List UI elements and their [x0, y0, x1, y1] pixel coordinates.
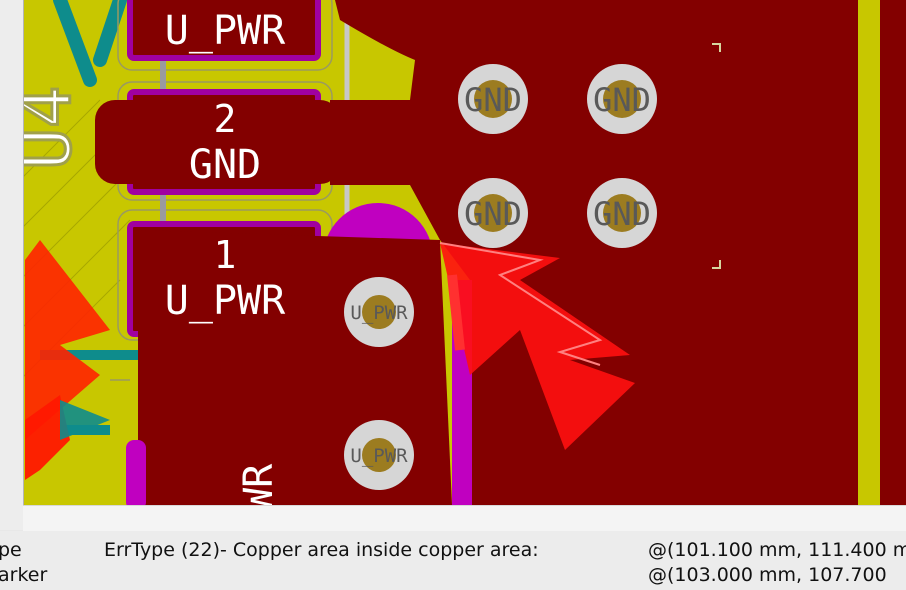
status-col1-line1: pe: [0, 539, 22, 561]
pad-1-number: 1: [214, 233, 237, 277]
board-edge-strip: [858, 0, 880, 505]
left-toolbar-edge: [0, 0, 24, 530]
pad-2-gnd[interactable]: 2 GND: [95, 89, 420, 195]
via-gnd-4-net: GND: [593, 195, 651, 233]
via-gnd-1-net: GND: [464, 81, 522, 119]
via-gnd-3[interactable]: GND: [458, 178, 528, 248]
via-gnd-1[interactable]: GND: [458, 64, 528, 134]
via-upwr-2[interactable]: U_PWR: [344, 420, 414, 490]
status-bar: pe arker ErrType (22)- Copper area insid…: [0, 531, 906, 590]
via-gnd-2-net: GND: [593, 81, 651, 119]
status-col1-line2: arker: [0, 564, 48, 586]
pad-1-net: U_PWR: [165, 278, 286, 324]
horizontal-scrollbar[interactable]: [23, 505, 906, 532]
status-position-1: @(101.100 mm, 111.400 m: [648, 539, 906, 561]
via-upwr-2-net: U_PWR: [350, 445, 408, 467]
pcb-canvas[interactable]: U4 U_PWR 2 GND 1 U_PWR WR GND GND GND GN…: [0, 0, 906, 505]
pad-2-number: 2: [214, 97, 237, 141]
via-gnd-3-net: GND: [464, 195, 522, 233]
pad-upwr-top[interactable]: U_PWR: [127, 0, 321, 61]
status-error-type: ErrType (22)- Copper area inside copper …: [104, 539, 539, 561]
via-upwr-1-net: U_PWR: [350, 302, 408, 324]
pad-upwr-top-net: U_PWR: [165, 8, 286, 54]
via-upwr-1[interactable]: U_PWR: [344, 277, 414, 347]
copper-zone-far-right: [880, 0, 906, 505]
via-gnd-2[interactable]: GND: [587, 64, 657, 134]
status-position-2: @(103.000 mm, 107.700: [648, 564, 887, 586]
pad-2-net: GND: [189, 142, 261, 188]
via-gnd-4[interactable]: GND: [587, 178, 657, 248]
pad-bottom-partial-net: WR: [236, 463, 282, 505]
